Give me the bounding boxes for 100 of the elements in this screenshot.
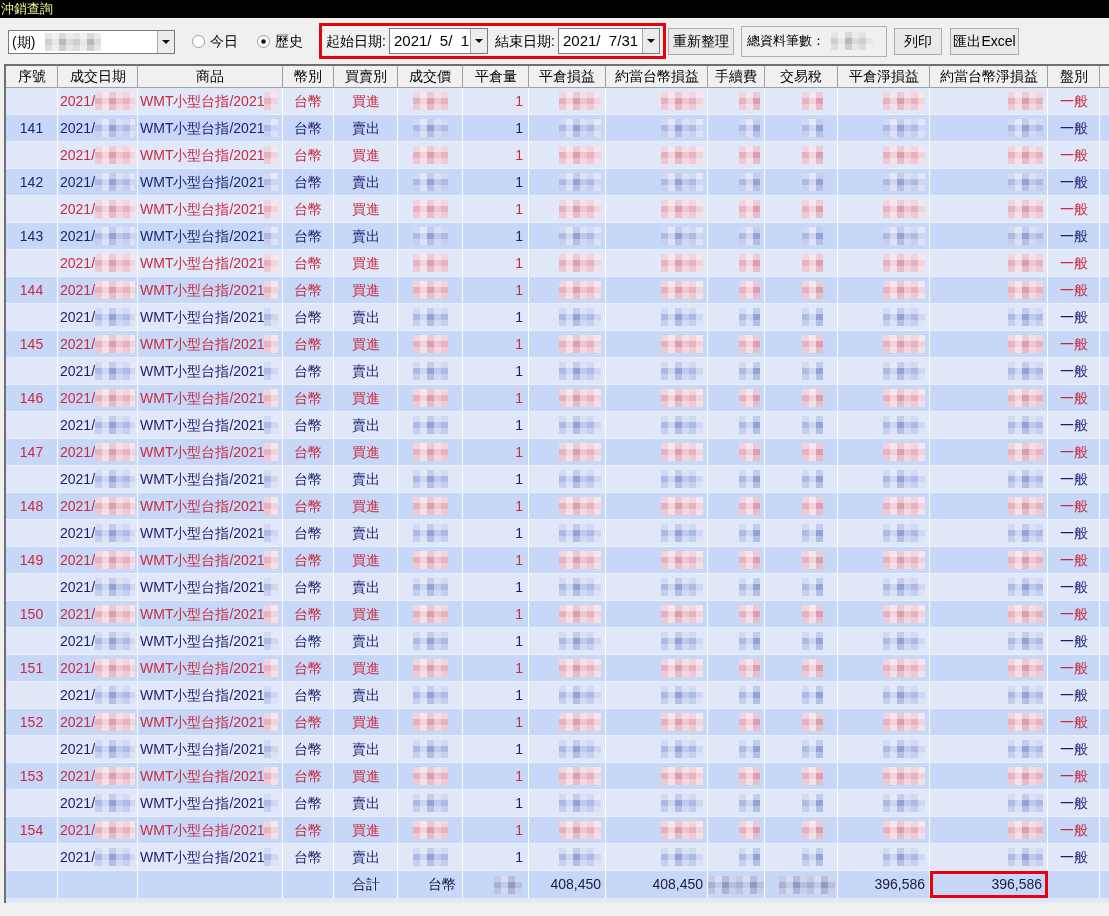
pixelated-value xyxy=(95,254,136,272)
table-row[interactable]: 2021/ WMT小型台指/2021 台幣 賣出 1 一般 xyxy=(6,682,1109,709)
table-row[interactable]: 149 2021/ WMT小型台指/2021 台幣 買進 1 一般 xyxy=(6,547,1109,574)
table-cell: 台幣 xyxy=(283,412,334,438)
pixelated-value xyxy=(661,848,703,866)
pixelated-value xyxy=(661,281,703,299)
table-cell: 1 xyxy=(463,88,529,114)
column-header[interactable]: 約當台幣損益 xyxy=(606,66,708,88)
column-header[interactable]: 平倉淨損益 xyxy=(838,66,930,88)
table-row[interactable]: 151 2021/ WMT小型台指/2021 台幣 買進 1 一般 xyxy=(6,655,1109,682)
table-row[interactable]: 2021/ WMT小型台指/2021 台幣 買進 1 一般 xyxy=(6,250,1109,277)
table-row[interactable]: 2021/ WMT小型台指/2021 台幣 賣出 1 一般 xyxy=(6,574,1109,601)
pixelated-value xyxy=(412,497,448,515)
column-header[interactable]: 手續費 xyxy=(708,66,765,88)
table-row[interactable]: 2021/ WMT小型台指/2021 台幣 賣出 1 一般 xyxy=(6,844,1109,871)
table-cell: 1 xyxy=(463,736,529,762)
table-cell: 1 xyxy=(463,223,529,249)
dropdown-button[interactable] xyxy=(470,29,487,53)
pixelated-value xyxy=(264,794,279,812)
print-button[interactable]: 列印 xyxy=(894,27,942,55)
pixelated-value xyxy=(1008,632,1043,650)
table-row[interactable]: 153 2021/ WMT小型台指/2021 台幣 買進 1 一般 xyxy=(6,763,1109,790)
export-excel-button[interactable]: 匯出Excel xyxy=(950,27,1019,55)
table-row[interactable]: 2021/ WMT小型台指/2021 台幣 賣出 1 一般 xyxy=(6,466,1109,493)
pixelated-value xyxy=(95,740,136,758)
pixelated-value xyxy=(412,146,448,164)
table-row[interactable]: 144 2021/ WMT小型台指/2021 台幣 買進 1 一般 xyxy=(6,277,1109,304)
column-header[interactable]: 平倉損益 xyxy=(529,66,606,88)
pixelated-value xyxy=(802,254,823,272)
date-text: 2021/ xyxy=(60,469,96,489)
table-row[interactable]: 2021/ WMT小型台指/2021 台幣 買進 1 一般 xyxy=(6,196,1109,223)
table-row[interactable]: 148 2021/ WMT小型台指/2021 台幣 買進 1 一般 xyxy=(6,493,1109,520)
column-header[interactable]: 平倉量 xyxy=(463,66,529,88)
table-row[interactable]: 2021/ WMT小型台指/2021 台幣 賣出 1 一般 xyxy=(6,628,1109,655)
table-cell: 買進 xyxy=(334,817,398,843)
dropdown-button[interactable] xyxy=(157,31,174,53)
column-header[interactable]: 成交價 xyxy=(398,66,463,88)
table-cell: 一般 xyxy=(1048,169,1100,195)
pixelated-value xyxy=(802,281,823,299)
pixelated-value xyxy=(95,551,136,569)
pixelated-value xyxy=(802,497,823,515)
pixelated-value xyxy=(739,713,760,731)
table-row[interactable]: 147 2021/ WMT小型台指/2021 台幣 買進 1 一般 xyxy=(6,439,1109,466)
table-cell: 1 xyxy=(463,547,529,573)
dropdown-button[interactable] xyxy=(642,29,659,53)
pixelated-value xyxy=(1008,308,1043,326)
table-row[interactable]: 2021/ WMT小型台指/2021 台幣 賣出 1 一般 xyxy=(6,736,1109,763)
column-header[interactable]: 成交日期 xyxy=(58,66,138,88)
column-header[interactable]: 約當台幣淨損益 xyxy=(930,66,1048,88)
table-cell: 台幣 xyxy=(283,520,334,546)
refresh-button[interactable]: 重新整理 xyxy=(668,27,734,55)
pixelated-value xyxy=(802,389,823,407)
period-select[interactable]: (期) xyxy=(8,30,175,54)
table-row[interactable]: 2021/ WMT小型台指/2021 台幣 買進 1 一般 xyxy=(6,88,1109,115)
pixelated-value xyxy=(739,632,760,650)
table-row[interactable]: 152 2021/ WMT小型台指/2021 台幣 買進 1 一般 xyxy=(6,709,1109,736)
column-header[interactable]: 商品 xyxy=(138,66,283,88)
table-row[interactable]: 2021/ WMT小型台指/2021 台幣 賣出 1 一般 xyxy=(6,412,1109,439)
pixelated-value xyxy=(412,281,448,299)
table-cell: 1 xyxy=(463,115,529,141)
product-name: WMT小型台指/2021 xyxy=(140,604,265,624)
pixelated-value xyxy=(1008,794,1043,812)
table-row[interactable]: 2021/ WMT小型台指/2021 台幣 賣出 1 一般 xyxy=(6,358,1109,385)
pixelated-value xyxy=(1008,497,1043,515)
pixelated-value xyxy=(739,470,760,488)
product-name: WMT小型台指/2021 xyxy=(140,739,265,759)
table-row[interactable]: 145 2021/ WMT小型台指/2021 台幣 買進 1 一般 xyxy=(6,331,1109,358)
table-row[interactable]: 154 2021/ WMT小型台指/2021 台幣 買進 1 一般 xyxy=(6,817,1109,844)
column-header[interactable]: 盤別 xyxy=(1048,66,1100,88)
date-text: 2021/ xyxy=(60,280,96,300)
pixelated-value xyxy=(802,794,823,812)
pixelated-value xyxy=(802,740,823,758)
table-row[interactable]: 2021/ WMT小型台指/2021 台幣 賣出 1 一般 xyxy=(6,520,1109,547)
table-row[interactable]: 2021/ WMT小型台指/2021 台幣 賣出 1 一般 xyxy=(6,790,1109,817)
pixelated-value xyxy=(264,308,279,326)
table-row[interactable]: 143 2021/ WMT小型台指/2021 台幣 賣出 1 一般 xyxy=(6,223,1109,250)
column-header[interactable]: 交易稅 xyxy=(765,66,838,88)
pixelated-value xyxy=(412,632,448,650)
date-field[interactable]: 2021/ 7/31 xyxy=(558,28,660,54)
radio-button[interactable]: 今日 xyxy=(192,30,238,52)
table-cell: 買進 xyxy=(334,439,398,465)
table-row[interactable]: 141 2021/ WMT小型台指/2021 台幣 賣出 1 一般 xyxy=(6,115,1109,142)
pixelated-value xyxy=(559,200,601,218)
date-text: 2021/ xyxy=(60,442,96,462)
table-row[interactable]: 2021/ WMT小型台指/2021 台幣 買進 1 一般 xyxy=(6,142,1109,169)
column-header[interactable]: 買賣別 xyxy=(334,66,398,88)
pixelated-value xyxy=(802,551,823,569)
table-row[interactable]: 2021/ WMT小型台指/2021 台幣 賣出 1 一般 xyxy=(6,304,1109,331)
pixelated-value xyxy=(802,335,823,353)
column-header[interactable]: 序號 xyxy=(6,66,58,88)
pixelated-value xyxy=(559,524,601,542)
table-cell: 台幣 xyxy=(283,844,334,870)
date-field[interactable]: 2021/ 5/ 1 xyxy=(389,28,488,54)
table-row[interactable]: 146 2021/ WMT小型台指/2021 台幣 買進 1 一般 xyxy=(6,385,1109,412)
table-cell: 一般 xyxy=(1048,304,1100,330)
table-row[interactable]: 142 2021/ WMT小型台指/2021 台幣 賣出 1 一般 xyxy=(6,169,1109,196)
table-row[interactable]: 150 2021/ WMT小型台指/2021 台幣 買進 1 一般 xyxy=(6,601,1109,628)
column-header[interactable]: 幣別 xyxy=(283,66,334,88)
radio-button[interactable]: 歷史 xyxy=(257,30,303,52)
pixelated-value xyxy=(264,497,279,515)
